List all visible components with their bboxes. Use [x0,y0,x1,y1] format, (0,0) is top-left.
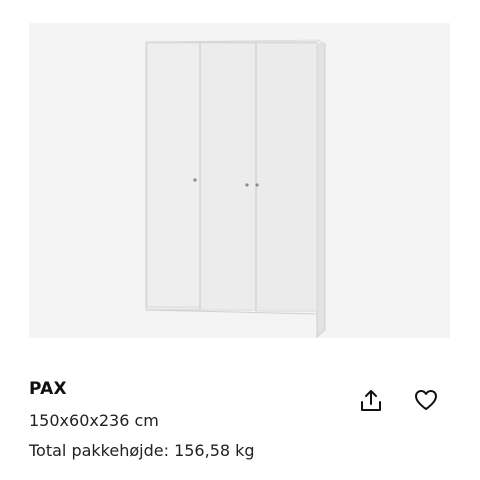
product-card: PAX 150x60x236 cm Total pakkehøjde: 156,… [0,0,480,480]
share-button[interactable] [355,385,387,417]
product-image[interactable] [29,23,450,338]
product-dimensions: 150x60x236 cm [29,411,159,430]
product-package-weight: Total pakkehøjde: 156,58 kg [29,441,255,460]
favorite-button[interactable] [410,384,442,416]
heart-outline-icon [415,390,437,410]
product-name: PAX [29,379,67,399]
wardrobe-illustration [145,39,326,338]
share-upload-icon [361,390,381,411]
